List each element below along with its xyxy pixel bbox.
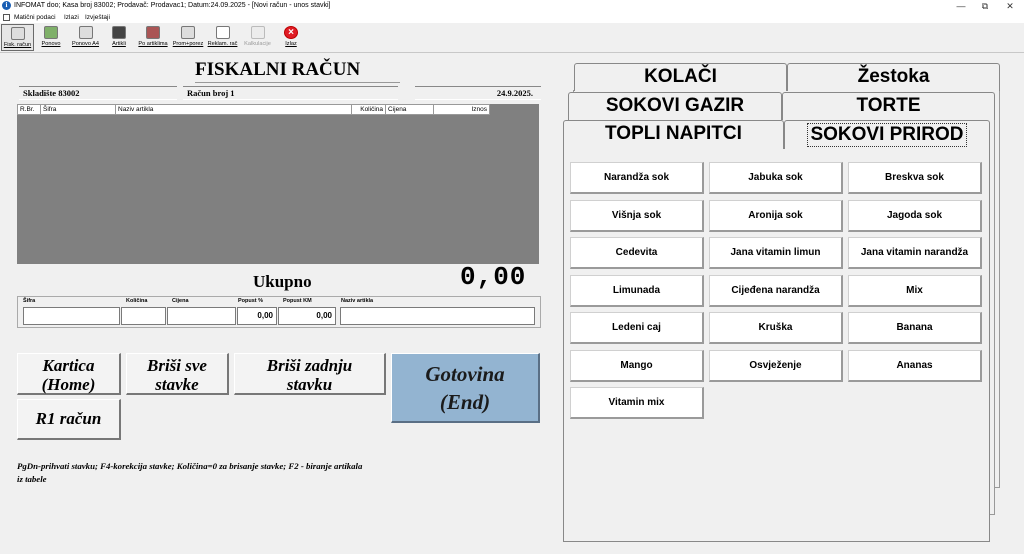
tab-torte[interactable]: TORTE: [782, 92, 995, 120]
cijena-label: Cijena: [172, 298, 189, 304]
menu-izvjestaji[interactable]: Izvještaji: [85, 12, 110, 23]
gotovina-line-1: Gotovina: [425, 362, 505, 386]
menu-bar: Matični podaci Izlazi Izvještaji: [0, 12, 1024, 23]
product-button-mango[interactable]: Mango: [570, 349, 704, 382]
receipt-number: Račun broj 1: [183, 86, 398, 100]
prom-porez-button[interactable]: Prom+porez: [172, 24, 204, 51]
product-button-limunada[interactable]: Limunada: [570, 274, 704, 307]
reklam-rac-button[interactable]: Reklam. rač: [206, 24, 239, 51]
naziv-input[interactable]: [340, 307, 535, 325]
reprint-a4-icon: [78, 26, 93, 39]
receipt-title: FISKALNI RAČUN: [195, 59, 361, 80]
articles-report-icon: [146, 26, 160, 39]
tab-sokovi-gazir[interactable]: SOKOVI GAZIR: [568, 92, 782, 120]
system-menu-icon[interactable]: [3, 14, 10, 21]
col-cijena: Cijena: [386, 105, 434, 114]
r1-racun-button[interactable]: R1 račun: [17, 399, 121, 440]
product-button-cedevita[interactable]: Cedevita: [570, 237, 704, 269]
brisi-zadnju-line-1: Briši zadnju: [266, 356, 353, 375]
product-button-jagoda-sok[interactable]: Jagoda sok: [848, 199, 982, 232]
menu-izlazi[interactable]: Izlazi: [64, 12, 79, 23]
product-button-breskva-sok[interactable]: Breskva sok: [848, 162, 982, 194]
product-button-mix[interactable]: Mix: [848, 274, 982, 307]
ponovo-button[interactable]: Ponovo: [37, 24, 65, 51]
restore-icon[interactable]: ⧉: [974, 0, 996, 12]
receipt-date: 24.9.2025.: [415, 86, 541, 100]
product-button-ananas[interactable]: Ananas: [848, 349, 982, 382]
tab-kolaci[interactable]: KOLAČI: [574, 63, 787, 91]
brisi-zadnju-line-2: stavku: [286, 375, 333, 394]
tab-zestoka[interactable]: Žestoka: [787, 63, 1000, 91]
product-button-kruška[interactable]: Kruška: [709, 312, 843, 344]
col-kolicina: Količina: [352, 105, 386, 114]
kalkulacije-button: Kalkulacije: [241, 24, 274, 51]
tab-sokovi-prirod-label: SOKOVI PRIROD: [807, 123, 967, 147]
kolicina-label: Količina: [126, 298, 148, 304]
menu-maticni-podaci[interactable]: Matični podaci: [14, 12, 56, 23]
app-info-icon: i: [2, 1, 11, 10]
total-value: 0,00: [460, 262, 527, 292]
brisi-sve-line-1: Briši sve: [147, 356, 207, 375]
minimize-icon[interactable]: —: [950, 0, 972, 12]
warehouse-label: Skladište 83002: [19, 86, 177, 100]
kartica-line-1: Kartica: [42, 356, 95, 375]
popust-pct-label: Popust %: [238, 298, 264, 304]
calculation-icon: [250, 26, 265, 39]
gotovina-line-2: (End): [439, 390, 491, 414]
document-icon: [215, 26, 230, 39]
sifra-input[interactable]: [23, 307, 120, 325]
tax-report-icon: [181, 26, 195, 39]
product-button-aronija-sok[interactable]: Aronija sok: [709, 199, 843, 232]
gotovina-button[interactable]: Gotovina (End): [391, 353, 540, 423]
brisi-sve-button[interactable]: Briši sve stavke: [126, 353, 229, 395]
product-button-jabuka-sok[interactable]: Jabuka sok: [709, 162, 843, 194]
item-entry-panel: Šifra Količina Cijena Popust % Popust KM…: [17, 296, 541, 328]
product-button-osvježenje[interactable]: Osvježenje: [709, 349, 843, 382]
tab-sokovi-prirod[interactable]: SOKOVI PRIROD: [784, 120, 990, 149]
product-button-jana-vitamin-limun[interactable]: Jana vitamin limun: [709, 237, 843, 269]
product-button-višnja-sok[interactable]: Višnja sok: [570, 199, 704, 232]
col-sifra: Šifra: [41, 105, 116, 114]
tab-topli-napitci[interactable]: TOPLI NAPITCI: [563, 120, 784, 149]
title-bar: i INFOMAT doo; Kasa broj 83002; Prodavač…: [0, 0, 1024, 12]
close-icon[interactable]: ✕: [999, 0, 1021, 12]
receipt-items-grid[interactable]: [17, 104, 539, 264]
recycle-bin-icon: [44, 26, 58, 39]
col-iznos: Iznos: [471, 106, 487, 113]
naziv-label: Naziv artikla: [341, 298, 374, 304]
product-button-cijeđena-narandža[interactable]: Cijeđena narandža: [709, 274, 843, 307]
product-button-jana-vitamin-narandža[interactable]: Jana vitamin narandža: [848, 237, 982, 269]
product-button-narandža-sok[interactable]: Narandža sok: [570, 162, 704, 194]
izlaz-button[interactable]: × Izlaz: [278, 24, 304, 51]
ponovo-a4-button[interactable]: Ponovo A4: [69, 24, 102, 51]
toolbar: Fisk. račun Ponovo Ponovo A4 Artikli Po …: [0, 23, 1024, 53]
binoculars-icon: [112, 26, 126, 39]
popust-km-input[interactable]: 0,00: [278, 307, 336, 325]
product-button-banana[interactable]: Banana: [848, 312, 982, 344]
popust-pct-input[interactable]: 0,00: [237, 307, 277, 325]
kolicina-input[interactable]: [121, 307, 166, 325]
window-title: INFOMAT doo; Kasa broj 83002; Prodavač: …: [14, 2, 331, 9]
exit-icon: ×: [284, 26, 298, 39]
help-text: PgDn-prihvati stavku; F4-korekcija stavk…: [17, 461, 363, 484]
po-artiklima-button[interactable]: Po artiklima: [136, 24, 170, 51]
cijena-input[interactable]: [167, 307, 236, 325]
grid-header: R.Br. Šifra Naziv artikla Količina Cijen…: [17, 104, 490, 115]
popust-km-label: Popust KM: [283, 298, 312, 304]
col-rbr: R.Br.: [18, 105, 41, 114]
kartica-line-2: (Home): [41, 375, 96, 394]
title-divider: [195, 82, 400, 83]
product-button-vitamin-mix[interactable]: Vitamin mix: [570, 387, 704, 419]
artikli-button[interactable]: Artikli: [106, 24, 132, 51]
receipt-book-icon: [10, 27, 25, 40]
fisk-racun-button[interactable]: Fisk. račun: [1, 24, 34, 51]
brisi-sve-line-2: stavke: [155, 375, 199, 394]
total-label: Ukupno: [253, 272, 312, 291]
kartica-button[interactable]: Kartica (Home): [17, 353, 121, 395]
col-naziv: Naziv artikla: [116, 105, 352, 114]
product-button-ledeni-caj[interactable]: Ledeni caj: [570, 312, 704, 344]
sifra-label: Šifra: [23, 298, 36, 304]
brisi-zadnju-button[interactable]: Briši zadnju stavku: [234, 353, 386, 395]
